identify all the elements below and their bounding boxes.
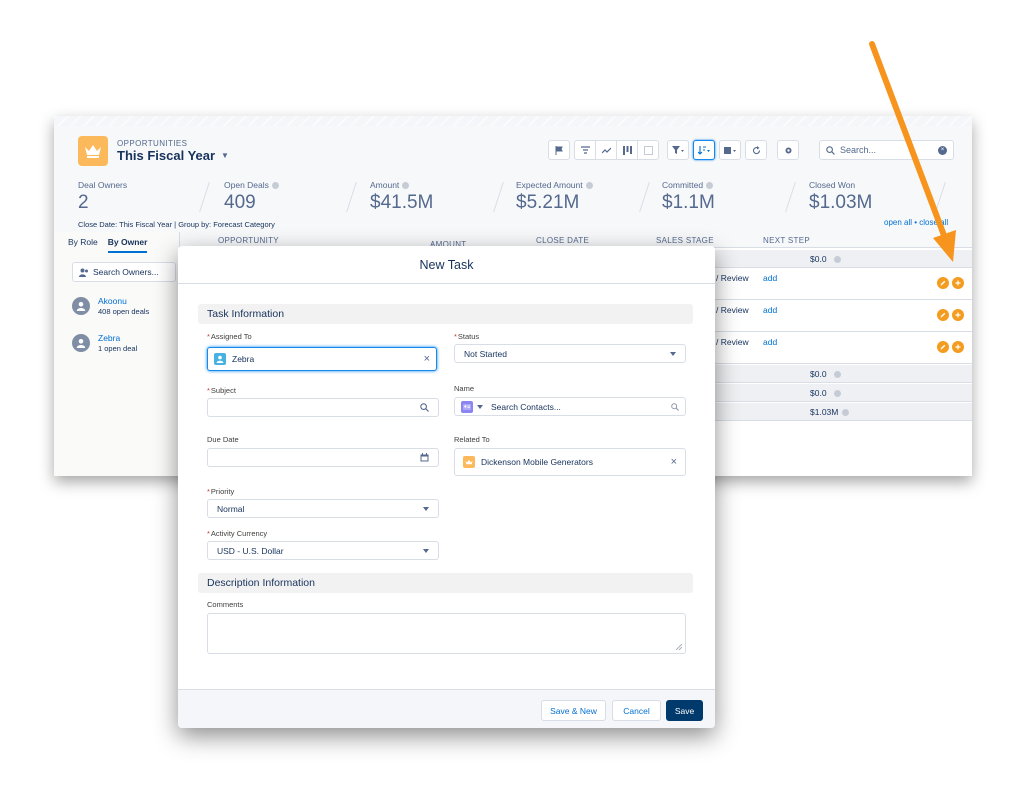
kanban-icon[interactable] [616, 140, 638, 160]
save-and-new-button[interactable]: Save & New [541, 700, 606, 721]
avatar [72, 297, 90, 315]
resize-handle-icon[interactable] [676, 644, 682, 650]
edit-icon[interactable] [937, 277, 949, 289]
table-icon[interactable] [637, 140, 659, 160]
name-label: Name [454, 384, 475, 393]
edit-icon[interactable] [937, 309, 949, 321]
list-toolbar [548, 140, 799, 160]
assigned-to-lookup[interactable]: Zebra × [207, 347, 437, 371]
col-close-date[interactable]: CLOSE DATE [536, 236, 589, 245]
comments-label: Comments [207, 600, 244, 609]
list-view-selector[interactable]: This Fiscal Year ▼ [117, 148, 229, 163]
filter-list-icon[interactable] [574, 140, 596, 160]
filter-icon[interactable] [667, 140, 689, 160]
chevron-down-icon: ▼ [221, 151, 229, 160]
info-icon[interactable] [834, 371, 841, 378]
add-icon[interactable] [952, 309, 964, 321]
save-button[interactable]: Save [666, 700, 703, 721]
subject-label: *Subject [207, 386, 236, 395]
info-icon[interactable] [402, 181, 410, 189]
section-task-information[interactable]: Task Information [198, 304, 693, 324]
cancel-button[interactable]: Cancel [612, 700, 661, 721]
calendar-icon[interactable] [420, 453, 429, 462]
owner-search-input[interactable]: Search Owners... [72, 262, 176, 282]
info-icon[interactable] [834, 390, 841, 397]
comments-textarea[interactable] [207, 613, 686, 654]
crown-icon [78, 136, 108, 166]
chevron-down-icon[interactable] [477, 404, 483, 409]
search-icon [671, 402, 679, 411]
info-icon[interactable] [585, 181, 593, 189]
metric-open-deals[interactable]: Open Deals 409 [224, 180, 279, 214]
add-icon[interactable] [952, 341, 964, 353]
due-date-input[interactable] [207, 448, 439, 467]
avatar [72, 334, 90, 352]
modal-footer: Save & New Cancel Save [178, 689, 715, 728]
list-header: OPPORTUNITIES This Fiscal Year ▼ Search.… [54, 116, 972, 232]
add-icon[interactable] [952, 277, 964, 289]
metric-committed[interactable]: Committed $1.1M [662, 180, 715, 214]
status-select[interactable]: Not Started [454, 344, 686, 363]
modal-title: New Task [419, 258, 474, 272]
crown-icon [463, 456, 475, 468]
flag-icon[interactable] [548, 140, 570, 160]
related-to-label: Related To [454, 435, 490, 444]
owner-item-akoonu[interactable]: Akoonu 408 open deals [72, 296, 149, 316]
col-next-step[interactable]: NEXT STEP [763, 236, 810, 245]
info-icon[interactable] [271, 181, 279, 189]
metric-closed-won[interactable]: Closed Won $1.03M [809, 180, 872, 214]
activity-currency-select[interactable]: USD - U.S. Dollar [207, 541, 439, 560]
metric-expected-amount[interactable]: Expected Amount $5.21M [516, 180, 593, 214]
modal-header: New Task [178, 246, 715, 284]
metrics-bar: Deal Owners 2 Open Deals 409 Amount $41.… [54, 180, 972, 220]
info-icon[interactable] [842, 409, 849, 416]
tab-by-role[interactable]: By Role [68, 237, 98, 253]
metric-deal-owners[interactable]: Deal Owners 2 [78, 180, 127, 214]
due-date-label: Due Date [207, 435, 239, 444]
metric-amount[interactable]: Amount $41.5M [370, 180, 433, 214]
subject-combobox[interactable] [207, 398, 439, 417]
col-sales-stage[interactable]: SALES STAGE [656, 236, 714, 245]
sort-icon[interactable] [693, 140, 715, 160]
open-all-close-all-link[interactable]: open all • close all [884, 218, 948, 227]
activity-currency-label: *Activity Currency [207, 529, 268, 538]
new-task-modal: New Task Task Information *Assigned To Z… [178, 246, 715, 728]
view-toggle-group [574, 140, 659, 160]
list-view-name: This Fiscal Year [117, 148, 216, 163]
list-filter-summary: Close Date: This Fiscal Year | Group by:… [78, 220, 275, 229]
col-opportunity[interactable]: OPPORTUNITY [218, 236, 279, 245]
contact-icon [461, 400, 473, 413]
close-icon[interactable]: × [424, 353, 430, 365]
chevron-down-icon [423, 506, 429, 511]
object-label: OPPORTUNITIES [117, 139, 188, 148]
user-icon [214, 353, 226, 365]
refresh-icon[interactable] [745, 140, 767, 160]
chevron-down-icon [670, 351, 676, 356]
related-to-lookup[interactable]: Dickenson Mobile Generators × [454, 448, 686, 476]
close-icon[interactable]: × [671, 456, 677, 468]
section-description-information[interactable]: Description Information [198, 573, 693, 593]
tab-by-owner[interactable]: By Owner [107, 237, 148, 253]
edit-icon[interactable] [937, 341, 949, 353]
search-icon [826, 145, 835, 155]
owner-item-zebra[interactable]: Zebra 1 open deal [72, 333, 137, 353]
trend-chart-icon[interactable] [595, 140, 617, 160]
search-icon [420, 403, 429, 412]
info-icon[interactable] [834, 256, 841, 263]
name-contact-lookup[interactable]: Search Contacts... [454, 397, 686, 416]
calendar-dropdown-icon[interactable] [719, 140, 741, 160]
users-icon [79, 268, 88, 277]
info-icon[interactable] [706, 181, 714, 189]
gear-icon[interactable] [777, 140, 799, 160]
chevron-down-icon [423, 548, 429, 553]
priority-label: *Priority [207, 487, 235, 496]
owner-panel-tabs: By Role By Owner [68, 237, 148, 253]
list-search-input[interactable]: Search... × [819, 140, 954, 160]
clear-icon[interactable]: × [938, 145, 947, 155]
status-label: *Status [454, 332, 480, 341]
priority-select[interactable]: Normal [207, 499, 439, 518]
assigned-to-label: *Assigned To [207, 332, 252, 341]
